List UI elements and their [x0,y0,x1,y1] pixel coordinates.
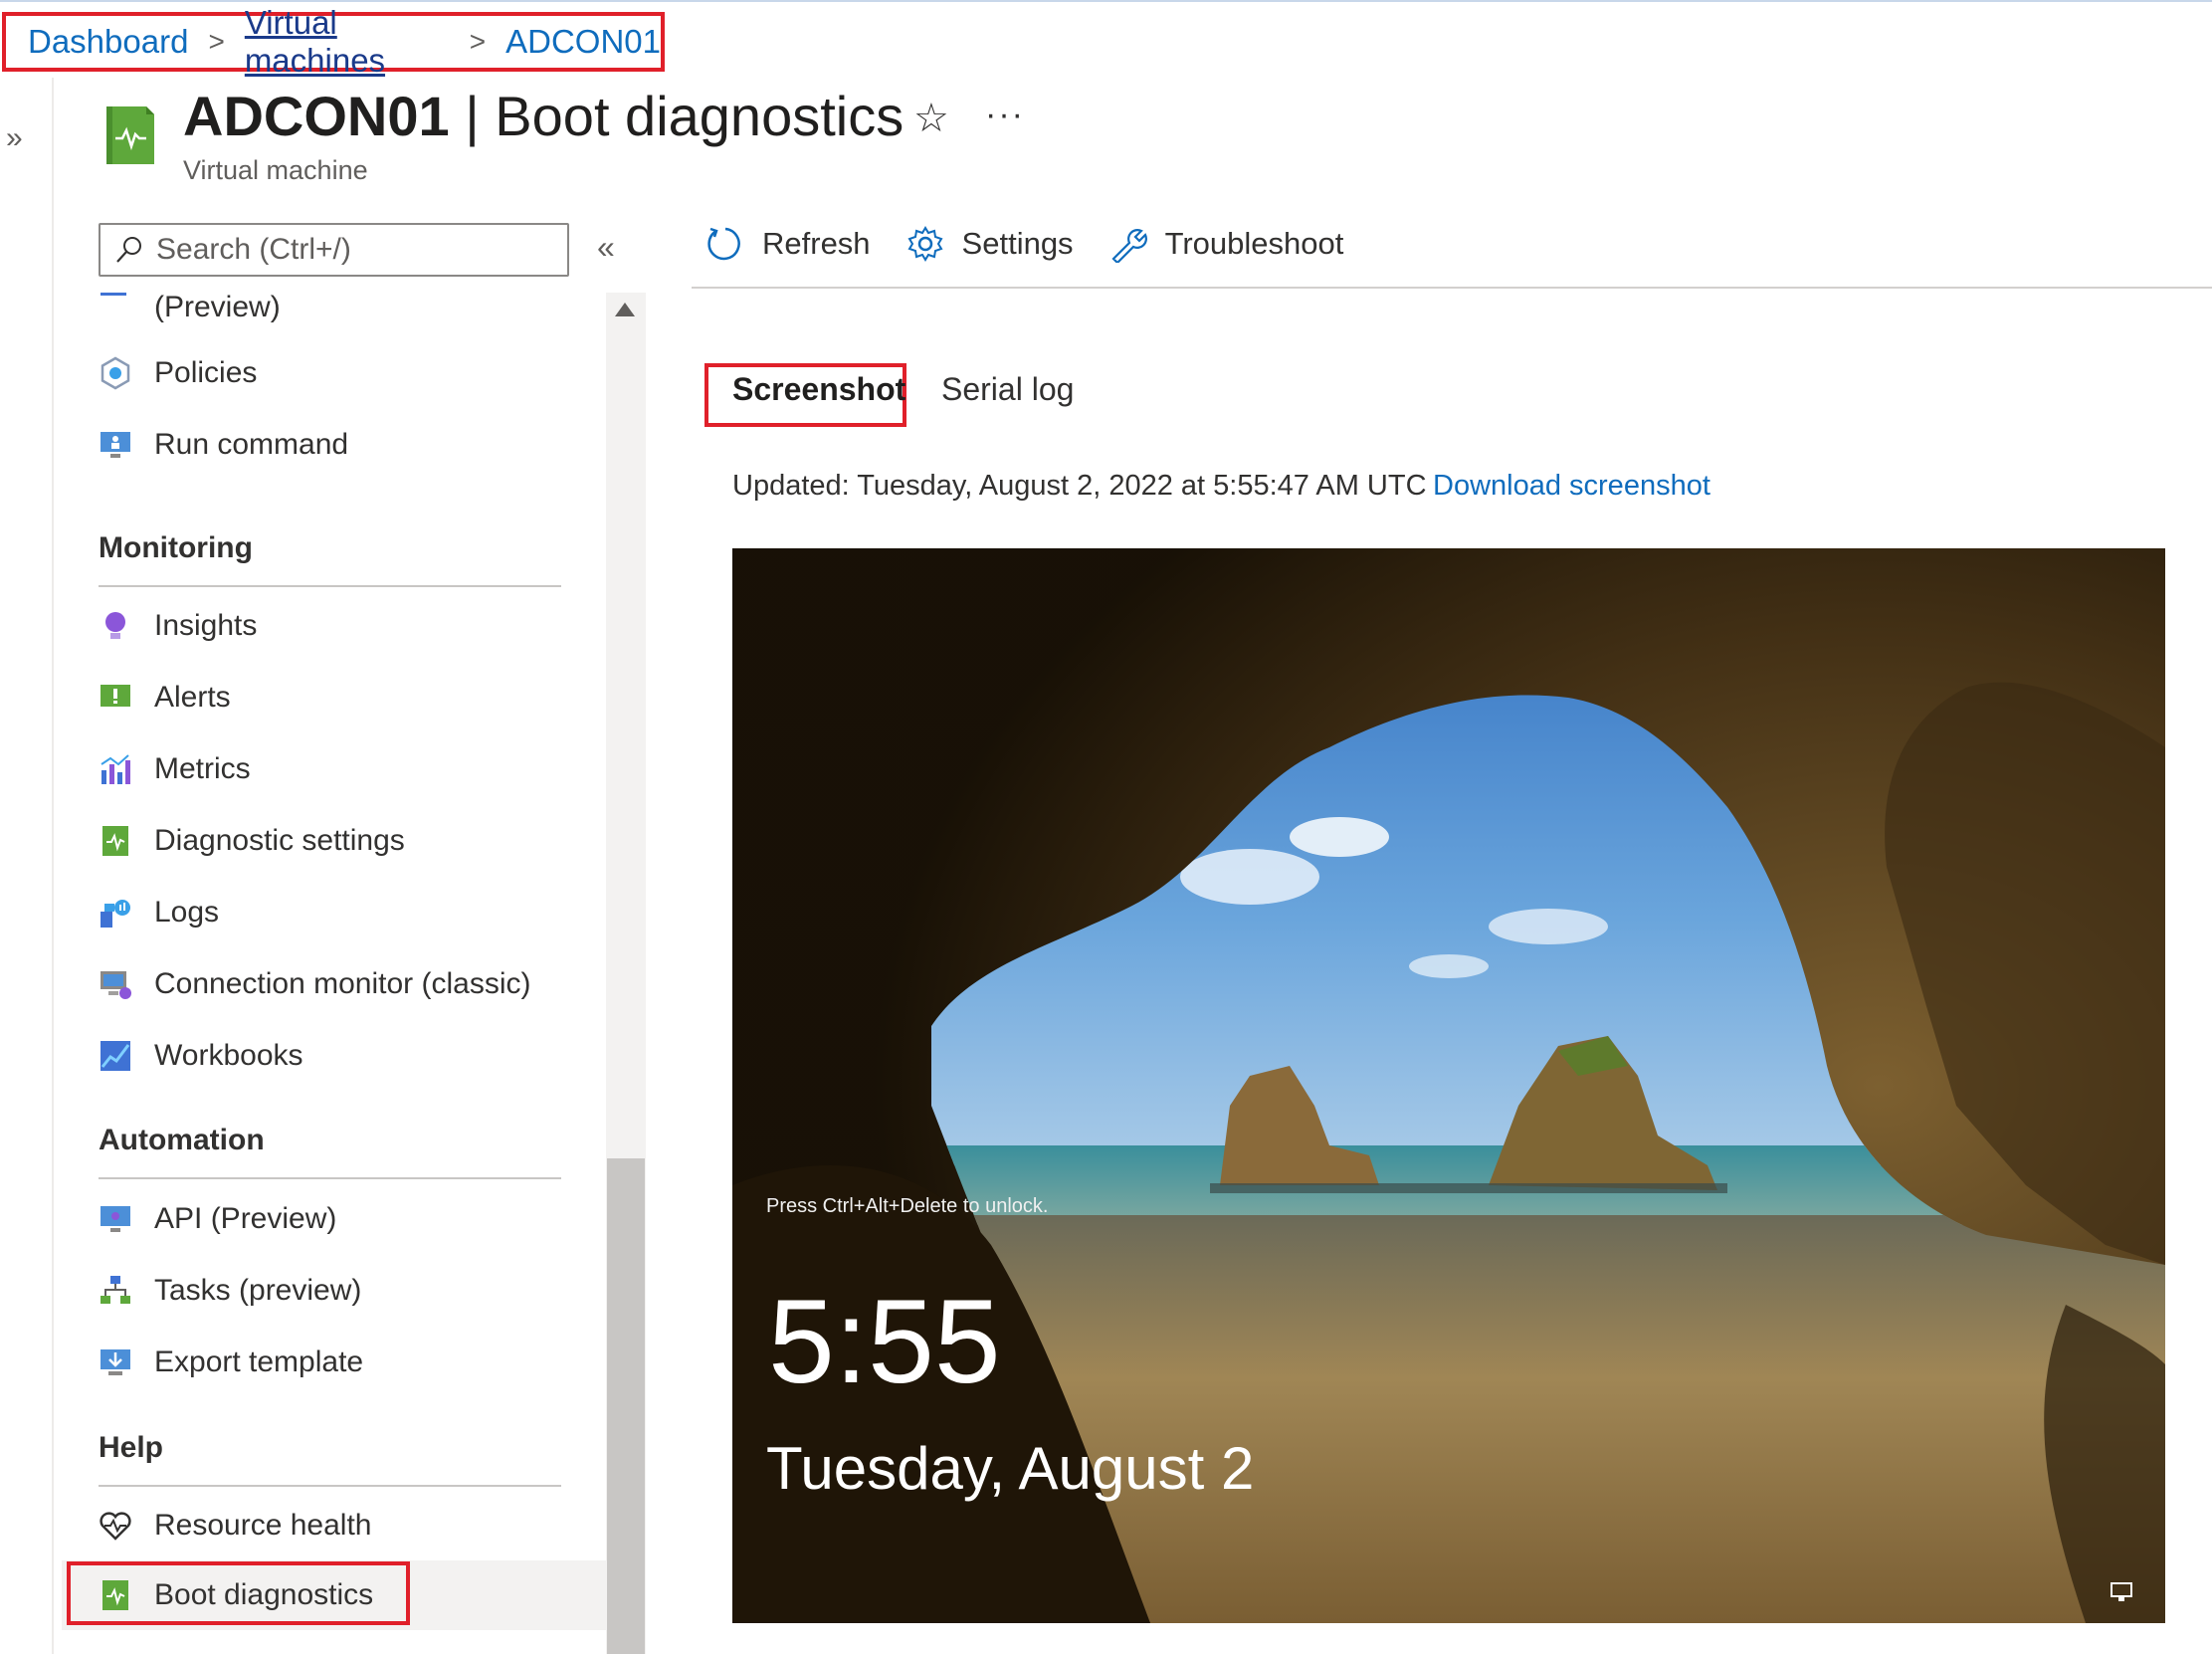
sidebar-item-label: Logs [154,896,220,929]
scrollbar-thumb[interactable] [607,1158,645,1654]
sidebar-item-run-command[interactable]: Run command [99,428,348,462]
breadcrumb-virtual-machines[interactable]: Virtual machines [245,4,450,80]
breadcrumb-dashboard[interactable]: Dashboard [28,23,188,61]
search-input[interactable] [156,233,554,267]
search-icon [116,237,141,263]
chevron-right-icon: > [469,26,487,57]
refresh-button[interactable]: Refresh [706,225,871,263]
sidebar-item-label: Workbooks [154,1039,303,1072]
sidebar-item-label: Metrics [154,752,251,785]
diagnostic-settings-icon [99,824,132,858]
title-separator: | [465,85,480,147]
export-template-icon [99,1345,132,1379]
lock-screen-time: 5:55 [768,1275,1001,1408]
top-border [0,0,2212,2]
updated-timestamp: Updated: Tuesday, August 2, 2022 at 5:55… [732,470,1427,502]
section-automation: Automation [99,1124,265,1156]
sidebar-item-label: Connection monitor (classic) [154,967,531,1000]
lock-screen-hint: Press Ctrl+Alt+Delete to unlock. [766,1195,1049,1217]
scroll-up-icon[interactable] [615,303,635,316]
sidebar-item-connection-monitor[interactable]: Connection monitor (classic) [99,967,530,1001]
divider [692,287,2212,289]
sidebar-item-workbooks[interactable]: Workbooks [99,1039,303,1073]
boot-diagnostics-icon [106,106,154,164]
logs-icon [99,896,132,930]
sidebar-item-label: Diagnostic settings [154,824,405,857]
lock-screen-date: Tuesday, August 2 [766,1435,1255,1502]
alerts-icon [99,681,132,715]
settings-button[interactable]: Settings [906,225,1074,263]
vm-screenshot: Press Ctrl+Alt+Delete to unlock. 5:55 Tu… [732,548,2165,1623]
policies-icon [99,356,132,390]
wrench-icon [1111,229,1147,263]
sidebar-item-label: Tasks (preview) [154,1274,362,1307]
tab-screenshot[interactable]: Screenshot [732,371,905,408]
refresh-icon [707,227,740,261]
expand-menu-icon[interactable]: » [6,121,23,155]
breadcrumb-adcon01[interactable]: ADCON01 [505,23,661,61]
sidebar-item-export-template[interactable]: Export template [99,1345,363,1379]
sidebar-item-api-preview[interactable]: API (Preview) [99,1202,336,1236]
troubleshoot-button[interactable]: Troubleshoot [1109,225,1344,263]
sidebar-item-metrics[interactable]: Metrics [99,752,251,786]
heart-pulse-icon [99,1509,132,1543]
api-icon [99,1202,132,1236]
settings-label: Settings [961,226,1074,261]
network-icon [2111,1582,2132,1601]
sidebar-item-resource-health[interactable]: Resource health [99,1509,371,1543]
troubleshoot-label: Troubleshoot [1164,226,1344,261]
sidebar-item-label: API (Preview) [154,1202,337,1235]
download-screenshot-link[interactable]: Download screenshot [1433,470,1710,503]
page-title: ADCON01 | Boot diagnostics [183,84,904,148]
sidebar-item-tasks-preview[interactable]: Tasks (preview) [99,1274,361,1308]
sidebar-item-preview-partial[interactable]: (Preview) [99,293,281,324]
breadcrumb: Dashboard > Virtual machines > ADCON01 [2,4,665,79]
highlight-box [67,1561,410,1625]
sidebar-item-label: Alerts [154,681,231,714]
run-command-icon [99,428,132,462]
tab-serial-log[interactable]: Serial log [941,371,1074,408]
metrics-icon [99,752,132,786]
sidebar-item-label: Export template [154,1345,364,1378]
partial-icon [99,293,132,324]
resource-name: ADCON01 [183,85,450,147]
workbooks-icon [99,1039,132,1073]
refresh-label: Refresh [762,226,871,261]
connection-monitor-icon [99,967,132,1001]
collapse-menu-icon[interactable]: « [597,229,615,266]
section-help: Help [99,1431,164,1464]
sidebar-item-alerts[interactable]: Alerts [99,681,231,715]
sidebar-item-label: Run command [154,428,349,461]
sidebar-item-label: Policies [154,356,258,389]
divider [99,1485,561,1487]
sidebar-item-label: (Preview) [154,293,281,323]
sidebar-item-policies[interactable]: Policies [99,356,257,390]
tasks-icon [99,1274,132,1308]
gear-icon [907,226,943,262]
search-box[interactable] [99,223,569,277]
sidebar-item-diagnostic-settings[interactable]: Diagnostic settings [99,824,405,858]
star-icon[interactable]: ☆ [913,96,949,141]
divider [99,1177,561,1179]
page-subtitle: Virtual machine [183,155,368,185]
command-bar: Refresh Settings Troubleshoot [706,225,1379,263]
sidebar-item-insights[interactable]: Insights [99,609,257,643]
page-name: Boot diagnostics [495,85,905,147]
divider [99,585,561,587]
insights-icon [99,609,132,643]
chevron-right-icon: > [208,26,225,57]
section-monitoring: Monitoring [99,531,253,564]
sidebar-item-label: Resource health [154,1509,372,1542]
sidebar: (Preview) Policies Run command Monitorin… [52,293,606,1654]
more-options-icon[interactable]: ··· [985,96,1025,134]
sidebar-item-label: Insights [154,609,258,642]
sidebar-item-logs[interactable]: Logs [99,896,219,930]
